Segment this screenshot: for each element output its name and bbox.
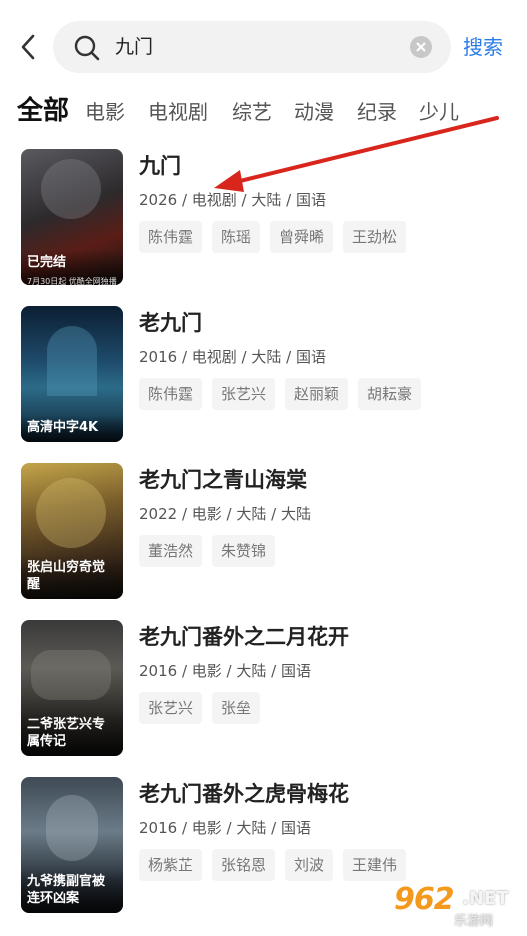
cast-tag[interactable]: 曾舜晞	[270, 221, 334, 253]
result-meta: 2016 / 电影 / 大陆 / 国语	[139, 819, 311, 837]
result-meta: 2026 / 电视剧 / 大陆 / 国语	[139, 191, 326, 209]
watermark-text: 乐游网	[454, 914, 494, 929]
poster-badge: 张启山穷奇觉醒	[21, 555, 123, 599]
top-bar: 九门 搜索	[0, 0, 527, 96]
cast-tag[interactable]: 王建伟	[343, 849, 407, 881]
clear-icon[interactable]	[410, 36, 432, 58]
cast-tag[interactable]: 陈伟霆	[139, 221, 203, 253]
result-title[interactable]: 九门	[139, 151, 181, 181]
poster-badge-sub: 7月30日起 优酷全网独播	[27, 277, 117, 285]
result-title[interactable]: 老九门之青山海棠	[139, 465, 307, 495]
cast-tag[interactable]: 陈瑶	[212, 221, 261, 253]
cast-tag[interactable]: 张垒	[212, 692, 261, 724]
chevron-left-icon	[21, 34, 35, 60]
result-title[interactable]: 老九门番外之虎骨梅花	[139, 779, 349, 809]
tab-variety[interactable]: 综艺	[232, 92, 272, 132]
tab-anime[interactable]: 动漫	[294, 92, 334, 132]
cast-tag[interactable]: 董浩然	[139, 535, 203, 567]
watermark-number: 962	[394, 882, 455, 917]
cast-tag[interactable]: 王劲松	[343, 221, 407, 253]
search-button[interactable]: 搜索	[463, 33, 503, 61]
tab-documentary[interactable]: 纪录	[357, 92, 397, 132]
result-title[interactable]: 老九门	[139, 308, 202, 338]
poster-badge: 二爷张艺兴专属传记	[21, 712, 123, 756]
search-icon	[74, 35, 100, 61]
category-tabs: 全部 电影 电视剧 综艺 动漫 纪录 少儿	[0, 92, 527, 134]
poster-badge: 高清中字4K	[21, 415, 123, 442]
cast-tag[interactable]: 刘波	[285, 849, 334, 881]
cast-tag[interactable]: 朱赞锦	[212, 535, 276, 567]
result-title[interactable]: 老九门番外之二月花开	[139, 622, 349, 652]
search-query-text: 九门	[115, 36, 154, 58]
result-item[interactable]: 已完结 7月30日起 优酷全网独播 九门 2026 / 电视剧 / 大陆 / 国…	[0, 145, 527, 285]
cast-tags: 陈伟霆 陈瑶 曾舜晞 王劲松	[139, 221, 416, 253]
cast-tags: 张艺兴 张垒	[139, 692, 270, 724]
result-meta: 2022 / 电影 / 大陆 / 大陆	[139, 505, 311, 523]
watermark-suffix: .NET	[462, 888, 509, 909]
poster-image[interactable]: 二爷张艺兴专属传记	[21, 620, 123, 756]
poster-image[interactable]: 高清中字4K	[21, 306, 123, 442]
cast-tag[interactable]: 胡耘豪	[358, 378, 422, 410]
result-item[interactable]: 高清中字4K 老九门 2016 / 电视剧 / 大陆 / 国语 陈伟霆 张艺兴 赵丽…	[0, 302, 527, 442]
cast-tags: 杨紫芷 张铭恩 刘波 王建伟	[139, 849, 416, 881]
result-item[interactable]: 张启山穷奇觉醒 老九门之青山海棠 2022 / 电影 / 大陆 / 大陆 董浩然…	[0, 459, 527, 599]
poster-image[interactable]: 已完结 7月30日起 优酷全网独播	[21, 149, 123, 285]
poster-badge: 九爷携副官被连环凶案	[21, 869, 123, 913]
tab-kids[interactable]: 少儿	[419, 92, 459, 132]
back-button[interactable]	[14, 30, 44, 64]
cast-tag[interactable]: 陈伟霆	[139, 378, 203, 410]
cast-tag[interactable]: 张艺兴	[139, 692, 203, 724]
cast-tags: 陈伟霆 张艺兴 赵丽颖 胡耘豪	[139, 378, 431, 410]
cast-tag[interactable]: 杨紫芷	[139, 849, 203, 881]
cast-tag[interactable]: 赵丽颖	[285, 378, 349, 410]
watermark-logo: 962 .NET 乐游网	[392, 882, 522, 932]
result-meta: 2016 / 电视剧 / 大陆 / 国语	[139, 348, 326, 366]
cast-tag[interactable]: 张艺兴	[212, 378, 276, 410]
tab-tv-series[interactable]: 电视剧	[148, 92, 208, 132]
poster-image[interactable]: 九爷携副官被连环凶案	[21, 777, 123, 913]
search-input[interactable]: 九门	[53, 21, 451, 73]
tab-movie[interactable]: 电影	[85, 92, 125, 132]
cast-tag[interactable]: 张铭恩	[212, 849, 276, 881]
tab-all[interactable]: 全部	[17, 92, 69, 131]
poster-image[interactable]: 张启山穷奇觉醒	[21, 463, 123, 599]
result-meta: 2016 / 电影 / 大陆 / 国语	[139, 662, 311, 680]
cast-tags: 董浩然 朱赞锦	[139, 535, 285, 567]
result-item[interactable]: 二爷张艺兴专属传记 老九门番外之二月花开 2016 / 电影 / 大陆 / 国语…	[0, 616, 527, 756]
